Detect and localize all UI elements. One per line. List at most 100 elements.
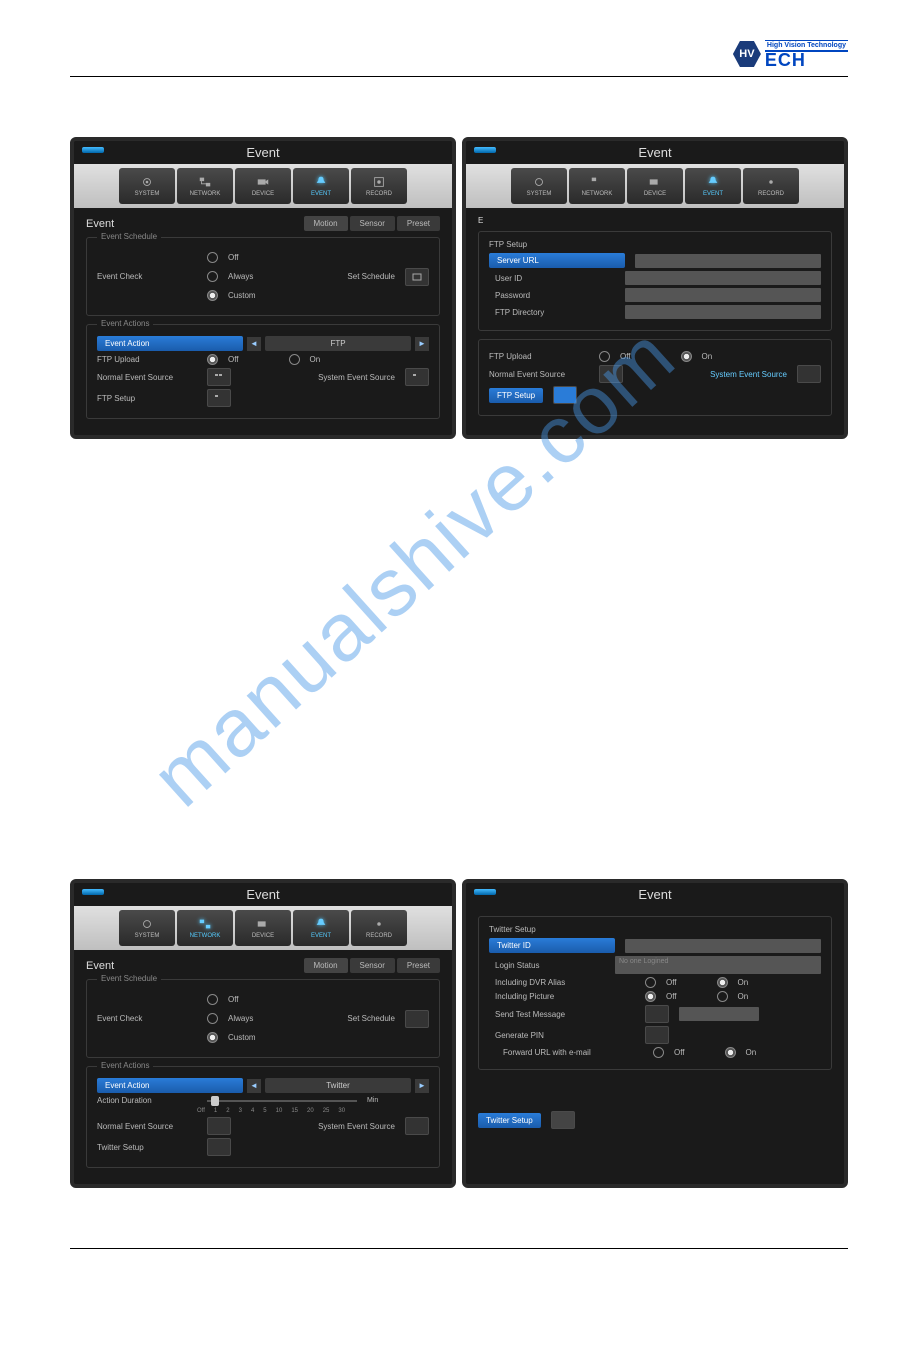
radio-off[interactable] [207,252,218,263]
toolbar-system[interactable]: SYSTEM [511,168,567,204]
calendar-icon [412,273,422,281]
field-twitter-id[interactable]: Twitter ID [489,938,615,953]
screenshot-event-twitter: Event SYSTEM NETWORK DEVICE EVENT RECORD… [70,879,456,1188]
prev-arrow-icon[interactable]: ◄ [247,1079,261,1093]
input-password[interactable] [625,288,821,302]
grid-icon [412,373,422,381]
label-ftp-dir: FTP Directory [489,308,615,317]
label-ftp-upload: FTP Upload [97,355,197,364]
logo-mark: HV [733,41,761,67]
window-title: Event [246,145,279,160]
tab-preset[interactable]: Preset [397,958,440,973]
radio-alias-on[interactable] [717,977,728,988]
section-label: Event [86,960,114,972]
field-server-url[interactable]: Server URL [489,253,625,268]
tab-preset[interactable]: Preset [397,216,440,231]
label-system-src: System Event Source [318,1122,395,1131]
next-arrow-icon[interactable]: ► [415,337,429,351]
gen-pin-button[interactable] [645,1026,669,1044]
input-server-url[interactable] [635,254,821,268]
tab-sensor[interactable]: Sensor [350,958,395,973]
duration-slider[interactable] [207,1100,357,1102]
twitter-setup-pill[interactable]: Twitter Setup [478,1113,541,1128]
radio-alias-off[interactable] [645,977,656,988]
radio-off[interactable] [207,994,218,1005]
tab-motion[interactable]: Motion [304,958,348,973]
brand-logo: HV High Vision Technology ECH [70,40,848,68]
event-action-pill[interactable]: Event Action [97,336,243,351]
toolbar-network[interactable]: NETWORK [177,168,233,204]
normal-src-button[interactable] [207,368,231,386]
system-src-button[interactable] [405,1117,429,1135]
toolbar-event[interactable]: EVENT [293,168,349,204]
label-gen-pin: Generate PIN [489,1031,635,1040]
radio-ftp-on[interactable] [289,354,300,365]
radio-pic-off[interactable] [645,991,656,1002]
toolbar-event[interactable]: EVENT [293,910,349,946]
radio-ftp-off[interactable] [207,354,218,365]
twitter-setup-button[interactable] [207,1138,231,1156]
tab-motion[interactable]: Motion [304,216,348,231]
tab-sensor[interactable]: Sensor [350,216,395,231]
normal-src-button[interactable] [207,1117,231,1135]
prev-arrow-icon[interactable]: ◄ [247,337,261,351]
label-ftp-upload: FTP Upload [489,352,589,361]
twitter-setup-open-button[interactable] [551,1111,575,1129]
send-test-button[interactable] [645,1005,669,1023]
bell-icon [313,175,329,189]
toolbar-system[interactable]: SYSTEM [119,910,175,946]
ftp-setup-button[interactable] [553,386,577,404]
input-user-id[interactable] [625,271,821,285]
record-icon [371,175,387,189]
toolbar-record[interactable]: RECORD [743,168,799,204]
ftp-setup-pill[interactable]: FTP Setup [489,388,543,403]
window-title: Event [246,887,279,902]
set-schedule-button[interactable] [405,268,429,286]
label-fwd-url: Forward URL with e-mail [489,1048,643,1057]
radio-pic-on[interactable] [717,991,728,1002]
radio-ftp-off[interactable] [599,351,610,362]
input-twitter-id[interactable] [625,939,821,953]
next-arrow-icon[interactable]: ► [415,1079,429,1093]
radio-always[interactable] [207,271,218,282]
label-user-id: User ID [489,274,615,283]
toolbar-network[interactable]: NETWORK [177,910,233,946]
toolbar-record[interactable]: RECORD [351,168,407,204]
send-test-field[interactable] [679,1007,759,1021]
normal-src-button[interactable] [599,365,623,383]
radio-fwd-on[interactable] [725,1047,736,1058]
toolbar-device[interactable]: DEVICE [627,168,683,204]
camera-icon [255,175,271,189]
system-src-button[interactable] [797,365,821,383]
ftp-setup-button[interactable] [207,389,231,407]
window-title: Event [638,145,671,160]
toolbar-network[interactable]: NETWORK [569,168,625,204]
label-action-duration: Action Duration [97,1096,197,1105]
screenshot-event-ftp: Event SYSTEM NETWORK DEVICE EVENT RECORD… [70,137,456,439]
radio-ftp-on[interactable] [681,351,692,362]
main-toolbar: SYSTEM NETWORK DEVICE EVENT RECORD [74,164,452,208]
toolbar-system[interactable]: SYSTEM [119,168,175,204]
ftp-setup-heading: FTP Setup [489,240,821,249]
radio-fwd-off[interactable] [653,1047,664,1058]
radio-always[interactable] [207,1013,218,1024]
toolbar-record[interactable]: RECORD [351,910,407,946]
radio-custom[interactable] [207,1032,218,1043]
radio-custom[interactable] [207,290,218,301]
system-src-button[interactable] [405,368,429,386]
power-led-icon [474,889,496,895]
legend-schedule: Event Schedule [97,974,161,983]
power-led-icon [82,889,104,895]
toolbar-event[interactable]: EVENT [685,168,741,204]
input-ftp-dir[interactable] [625,305,821,319]
label-send-test: Send Test Message [489,1010,635,1019]
toolbar-device[interactable]: DEVICE [235,168,291,204]
event-action-pill[interactable]: Event Action [97,1078,243,1093]
brand-name: ECH [765,52,848,68]
label-system-src: System Event Source [710,370,787,379]
legend-schedule: Event Schedule [97,232,161,241]
label-ftp-setup: FTP Setup [97,394,197,403]
legend-actions: Event Actions [97,319,153,328]
toolbar-device[interactable]: DEVICE [235,910,291,946]
set-schedule-button[interactable] [405,1010,429,1028]
